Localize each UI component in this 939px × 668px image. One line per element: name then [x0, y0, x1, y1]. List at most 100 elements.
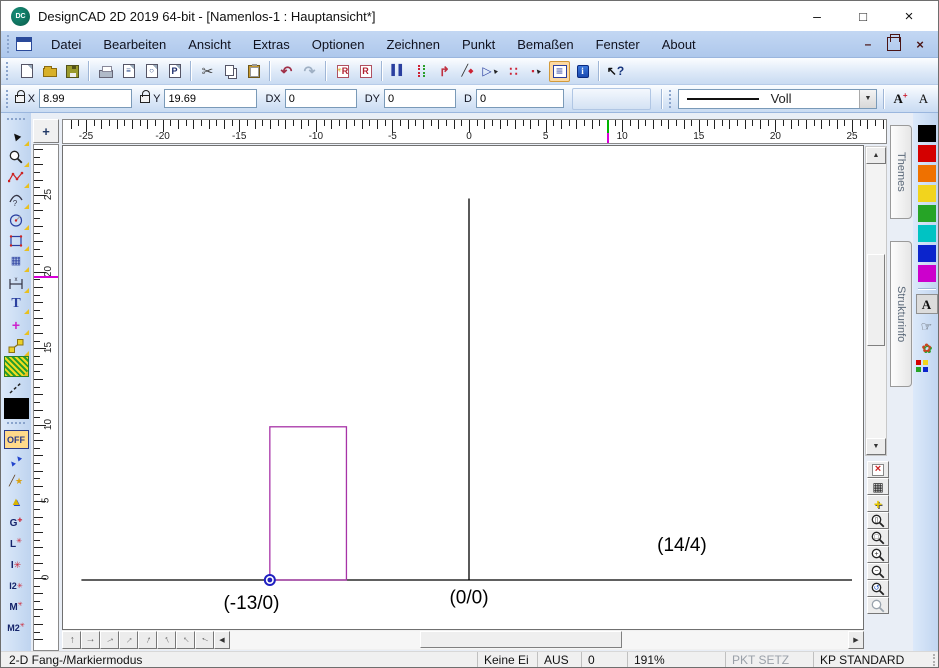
lock-icon-x[interactable] — [15, 95, 25, 103]
minimize-button[interactable]: – — [795, 3, 839, 29]
snap-midpoint-tool[interactable]: M✳ — [4, 597, 29, 618]
scroll-left-button[interactable]: ◀ — [214, 631, 230, 649]
tab-themes[interactable]: Themes — [890, 125, 912, 219]
color-swatch-5[interactable] — [918, 225, 936, 242]
pan-button[interactable]: + — [33, 119, 59, 143]
palette-button[interactable]: ✿ — [916, 338, 938, 358]
color-swatch-6[interactable] — [918, 245, 936, 262]
snap-off-button[interactable]: OFF — [4, 430, 29, 449]
color-swatch-current[interactable] — [4, 398, 29, 419]
set-point-dot[interactable] — [267, 578, 272, 583]
zoom-previous-icon[interactable]: ▯ — [867, 512, 889, 529]
menu-item-bearbeiten[interactable]: Bearbeiten — [92, 34, 177, 55]
snap-midpoint2-tool[interactable]: M2✳ — [4, 618, 29, 639]
line-style-dropdown[interactable]: Voll ▼ — [678, 89, 877, 109]
select-handles-icon[interactable]: ∷ — [503, 61, 524, 82]
connect-tool[interactable] — [4, 335, 29, 356]
open-file-icon[interactable] — [39, 61, 60, 82]
point-markers-icon[interactable] — [411, 61, 432, 82]
horizontal-scrollbar[interactable] — [230, 631, 848, 649]
color-swatch-0[interactable] — [918, 125, 936, 142]
menu-item-about[interactable]: About — [651, 34, 707, 55]
color-swatch-4[interactable] — [918, 205, 936, 222]
dashed-line-tool[interactable] — [4, 377, 29, 398]
symbols-button[interactable] — [916, 360, 938, 380]
coordinate-annotation-0[interactable]: (-13/0) — [223, 593, 279, 614]
menu-item-fenster[interactable]: Fenster — [585, 34, 651, 55]
dir-up-right-60-button[interactable]: → — [138, 631, 157, 649]
document-window-icon[interactable] — [16, 37, 32, 51]
coord-input-d[interactable] — [476, 89, 564, 108]
crosshair-icon[interactable]: + — [867, 495, 889, 512]
circle-tool[interactable] — [4, 209, 29, 230]
polyline-tool[interactable] — [4, 167, 29, 188]
menu-item-zeichnen[interactable]: Zeichnen — [376, 34, 451, 55]
dir-up-left-30-button[interactable]: → — [195, 631, 214, 649]
cut-icon[interactable]: ✂ — [197, 61, 218, 82]
close-view-icon[interactable]: × — [867, 461, 889, 478]
vertical-scrollbar[interactable]: ▲ ▼ — [865, 146, 887, 456]
snap-intersect-tool[interactable]: I✳ — [4, 555, 29, 576]
menu-item-bemaßen[interactable]: Bemaßen — [506, 34, 584, 55]
line-diamond-icon[interactable]: ╱◆ — [457, 61, 478, 82]
scroll-down-button[interactable]: ▼ — [866, 438, 886, 455]
dir-up-right-45-button[interactable]: → — [119, 631, 138, 649]
coord-input-y[interactable] — [164, 89, 257, 108]
info-panel-icon[interactable]: ≡ — [549, 61, 570, 82]
font-button[interactable]: A — [913, 88, 934, 109]
drawing-canvas[interactable]: (-13/0)(0/0)(14/4) — [62, 145, 864, 630]
coordinate-annotation-2[interactable]: (14/4) — [657, 535, 707, 556]
rectangle-tool[interactable] — [4, 230, 29, 251]
menu-item-extras[interactable]: Extras — [242, 34, 301, 55]
zoom-refresh-icon[interactable]: ↺ — [867, 580, 889, 597]
left-palette-grip[interactable] — [7, 118, 25, 122]
line-style-dropdown-arrow-icon[interactable]: ▼ — [859, 90, 876, 108]
menu-item-punkt[interactable]: Punkt — [451, 34, 506, 55]
lock-icon-y[interactable] — [140, 95, 150, 103]
wand-tool[interactable]: ╱★ — [4, 471, 29, 492]
multi-rect-tool[interactable]: ▦ — [4, 251, 29, 272]
child-restore-button[interactable] — [887, 37, 901, 51]
vertical-scroll-thumb[interactable] — [867, 254, 885, 346]
print-preview-icon[interactable]: ○ — [141, 61, 162, 82]
print-icon[interactable] — [95, 61, 116, 82]
font-plus-button[interactable]: A+ — [890, 88, 911, 109]
snap-intersect2-tool[interactable]: I2✳ — [4, 576, 29, 597]
color-swatch-3[interactable] — [918, 185, 936, 202]
dir-up-left-60-button[interactable]: → — [157, 631, 176, 649]
coordbar-grip[interactable] — [6, 90, 10, 108]
coord-input-dy[interactable] — [384, 89, 456, 108]
grid-icon[interactable]: ▦ — [867, 478, 889, 495]
snap-palette-grip[interactable] — [7, 422, 25, 426]
drawn-rectangle[interactable] — [270, 427, 347, 580]
move-icon[interactable]: ↱ — [434, 61, 455, 82]
scroll-right-button[interactable]: ▶ — [848, 631, 864, 649]
color-swatch-1[interactable] — [918, 145, 936, 162]
dir-up-right-30-button[interactable]: → — [100, 631, 119, 649]
page-setup-icon[interactable]: P — [164, 61, 185, 82]
curve-tool[interactable]: ? — [4, 188, 29, 209]
select-point-icon[interactable]: ▪▲ — [526, 61, 547, 82]
menu-item-datei[interactable]: Datei — [40, 34, 92, 55]
dir-up-left-45-button[interactable]: → — [176, 631, 195, 649]
child-minimize-button[interactable]: – — [861, 37, 875, 51]
color-swatch-7[interactable] — [918, 265, 936, 282]
double-line-icon[interactable]: ▌▌ — [388, 61, 409, 82]
close-button[interactable]: × — [887, 3, 931, 29]
coord-input-x[interactable] — [39, 89, 132, 108]
child-close-button[interactable]: × — [913, 37, 927, 51]
text-tool[interactable]: T — [4, 293, 29, 314]
symbol-load-icon[interactable]: R — [355, 61, 376, 82]
resize-grip[interactable] — [925, 654, 935, 666]
dir-right-button[interactable]: → — [81, 631, 100, 649]
menu-item-optionen[interactable]: Optionen — [301, 34, 376, 55]
new-file-icon[interactable] — [16, 61, 37, 82]
snap-line-tool[interactable]: L✳ — [4, 534, 29, 555]
hand-pointer-button[interactable]: ☞ — [916, 316, 938, 336]
menubar-grip[interactable] — [7, 35, 11, 53]
select-tool[interactable]: ▲ — [4, 125, 29, 146]
zoom-out-icon[interactable]: − — [867, 563, 889, 580]
point-tool[interactable]: + — [4, 314, 29, 335]
info-icon[interactable]: i — [572, 61, 593, 82]
symbol-new-icon[interactable]: ✳R — [332, 61, 353, 82]
